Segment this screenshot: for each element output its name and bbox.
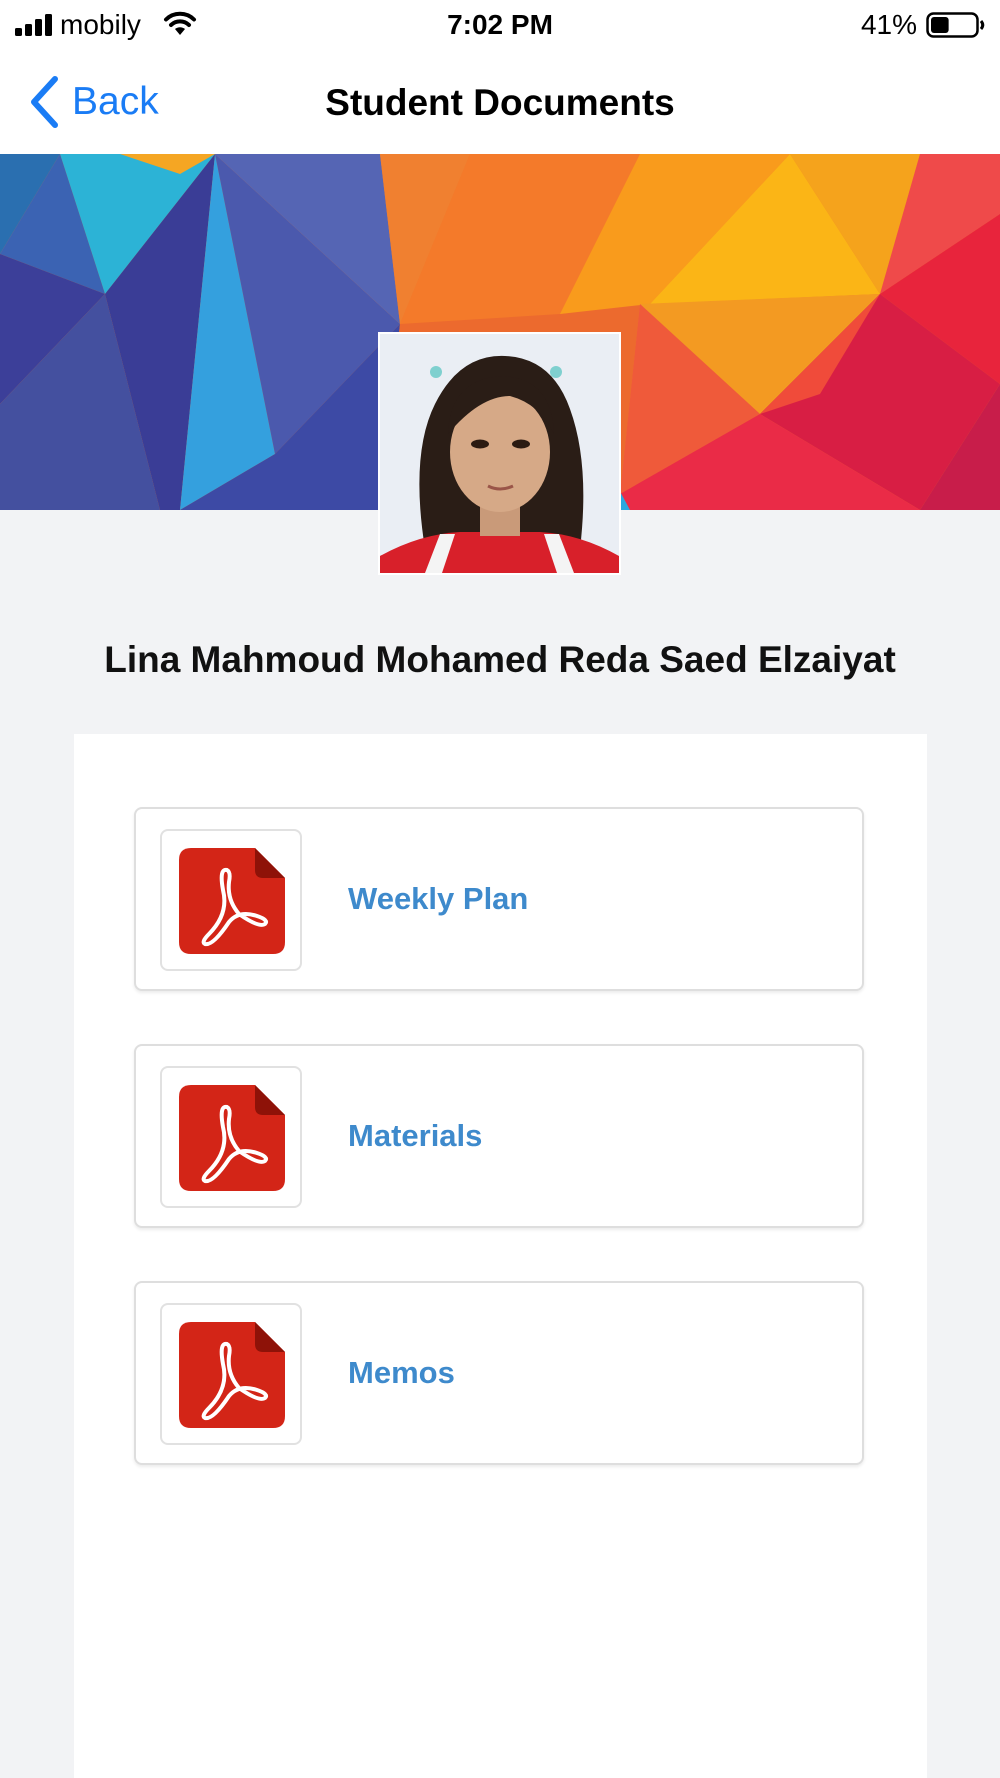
navigation-bar: Back Student Documents bbox=[0, 52, 1000, 154]
pdf-icon-frame bbox=[160, 1303, 302, 1445]
pdf-icon bbox=[179, 1322, 285, 1428]
documents-panel: Weekly Plan Materials Memos bbox=[74, 734, 927, 1778]
student-portrait bbox=[380, 334, 619, 573]
student-photo bbox=[378, 332, 621, 575]
document-label: Weekly Plan bbox=[348, 881, 529, 916]
pdf-icon-frame bbox=[160, 829, 302, 971]
document-label: Memos bbox=[348, 1355, 455, 1390]
document-item-materials[interactable]: Materials bbox=[134, 1044, 864, 1228]
document-item-memos[interactable]: Memos bbox=[134, 1281, 864, 1465]
status-time: 7:02 PM bbox=[447, 9, 553, 40]
battery-icon bbox=[926, 12, 985, 38]
status-bar: mobily 7:02 PM 41% bbox=[0, 0, 1000, 52]
pdf-icon-frame bbox=[160, 1066, 302, 1208]
document-item-weekly-plan[interactable]: Weekly Plan bbox=[134, 807, 864, 991]
document-label: Materials bbox=[348, 1118, 483, 1153]
pdf-icon bbox=[179, 1085, 285, 1191]
page-title: Student Documents bbox=[325, 82, 675, 123]
student-name: Lina Mahmoud Mohamed Reda Saed Elzaiyat bbox=[104, 639, 896, 680]
battery-percent: 41% bbox=[860, 9, 917, 40]
pdf-icon bbox=[179, 848, 285, 954]
